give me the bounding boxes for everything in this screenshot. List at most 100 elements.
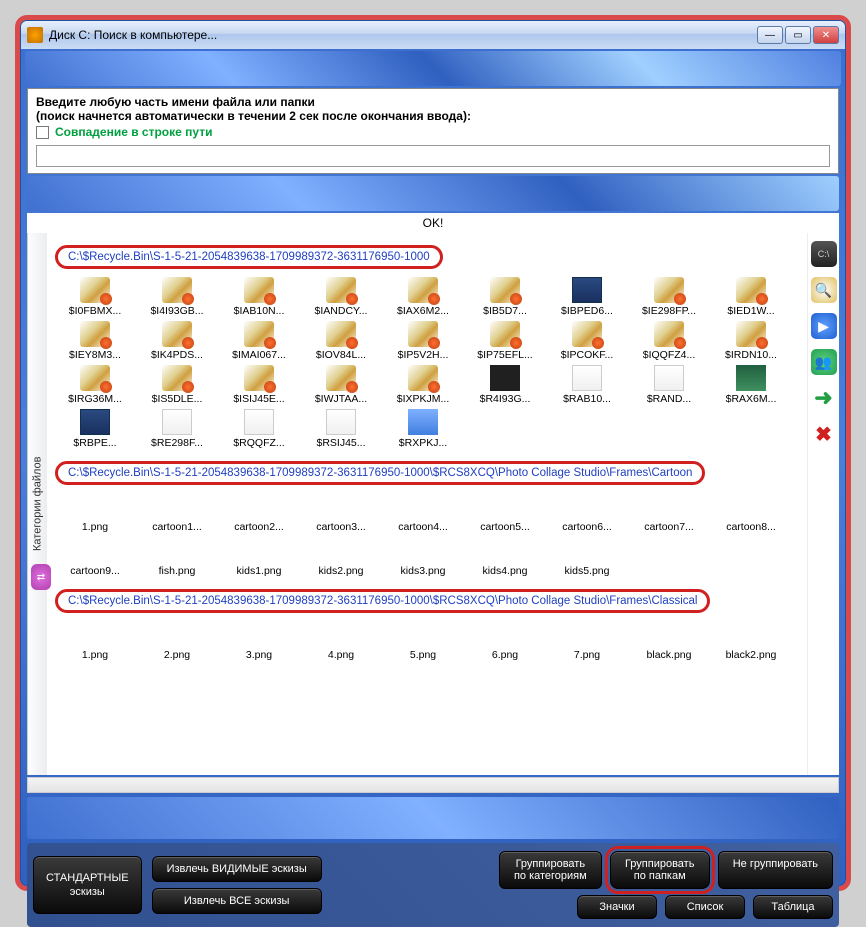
group-by-category-button[interactable]: Группировать по категориям bbox=[499, 851, 602, 889]
list-item[interactable]: $I4I93GB... bbox=[137, 277, 217, 317]
play-icon[interactable]: ▶ bbox=[811, 313, 837, 339]
list-item[interactable]: $RSIJ45... bbox=[301, 409, 381, 449]
list-item[interactable]: $RE298F... bbox=[137, 409, 217, 449]
list-item[interactable]: $IANDCY... bbox=[301, 277, 381, 317]
list-item[interactable]: $ISIJ45E... bbox=[219, 365, 299, 405]
file-name: 6.png bbox=[465, 649, 545, 661]
list-item[interactable]: kids2.png bbox=[301, 537, 381, 577]
list-item[interactable]: kids5.png bbox=[547, 537, 627, 577]
window-title: Диск C: Поиск в компьютере... bbox=[49, 28, 757, 42]
maximize-button[interactable]: ▭ bbox=[785, 26, 811, 44]
view-icons-button[interactable]: Значки bbox=[577, 895, 657, 919]
list-item[interactable]: $I0FBMX... bbox=[55, 277, 135, 317]
forward-icon[interactable]: ➜ bbox=[811, 385, 837, 411]
group-path[interactable]: C:\$Recycle.Bin\S-1-5-21-2054839638-1709… bbox=[55, 461, 705, 485]
thumbnail-icon bbox=[490, 365, 520, 391]
list-item[interactable]: $IMAI067... bbox=[219, 321, 299, 361]
file-name: $IXPKJM... bbox=[383, 393, 463, 405]
list-item[interactable]: $IBPED6... bbox=[547, 277, 627, 317]
list-item[interactable]: cartoon4... bbox=[383, 493, 463, 533]
list-item[interactable]: $IS5DLE... bbox=[137, 365, 217, 405]
list-item[interactable]: $RBPE... bbox=[55, 409, 135, 449]
list-item[interactable]: $IED1W... bbox=[711, 277, 791, 317]
list-item[interactable]: 1.png bbox=[55, 493, 135, 533]
list-item[interactable]: cartoon6... bbox=[547, 493, 627, 533]
view-list-button[interactable]: Список bbox=[665, 895, 745, 919]
categories-rail[interactable]: Категории файлов bbox=[27, 233, 47, 775]
top-banner bbox=[25, 51, 841, 86]
magnifier-icon[interactable]: 🔍 bbox=[811, 277, 837, 303]
list-item[interactable]: $IOV84L... bbox=[301, 321, 381, 361]
thumbnail-icon bbox=[654, 321, 684, 347]
list-item[interactable]: kids3.png bbox=[383, 537, 463, 577]
list-item[interactable]: $RXPKJ... bbox=[383, 409, 463, 449]
list-item[interactable]: 5.png bbox=[383, 621, 463, 661]
zoom-slider[interactable] bbox=[27, 777, 839, 793]
list-item[interactable]: 4.png bbox=[301, 621, 381, 661]
list-item[interactable]: $IP75EFL... bbox=[465, 321, 545, 361]
list-item[interactable]: $IAX6M2... bbox=[383, 277, 463, 317]
list-item[interactable]: kids1.png bbox=[219, 537, 299, 577]
list-item[interactable]: black.png bbox=[629, 621, 709, 661]
group-by-folder-button[interactable]: Группировать по папкам bbox=[610, 851, 710, 889]
list-item[interactable]: cartoon2... bbox=[219, 493, 299, 533]
list-item[interactable]: $IAB10N... bbox=[219, 277, 299, 317]
list-item[interactable]: $IXPKJM... bbox=[383, 365, 463, 405]
list-item[interactable]: 6.png bbox=[465, 621, 545, 661]
thumbnail-icon bbox=[244, 277, 274, 303]
list-item[interactable]: kids4.png bbox=[465, 537, 545, 577]
list-item[interactable]: 1.png bbox=[55, 621, 135, 661]
list-item[interactable]: cartoon8... bbox=[711, 493, 791, 533]
list-item[interactable]: $IEY8M3... bbox=[55, 321, 135, 361]
list-item[interactable]: $RAX6M... bbox=[711, 365, 791, 405]
list-item[interactable]: $IQQFZ4... bbox=[629, 321, 709, 361]
match-path-checkbox[interactable] bbox=[36, 126, 49, 139]
thumbnail-icon bbox=[326, 277, 356, 303]
extract-all-button[interactable]: Извлечь ВСЕ эскизы bbox=[152, 888, 322, 914]
list-item[interactable]: $IRDN10... bbox=[711, 321, 791, 361]
file-name: kids5.png bbox=[547, 565, 627, 577]
list-item[interactable]: black2.png bbox=[711, 621, 791, 661]
list-item[interactable]: 3.png bbox=[219, 621, 299, 661]
file-name: $RSIJ45... bbox=[301, 437, 381, 449]
list-item[interactable]: fish.png bbox=[137, 537, 217, 577]
minimize-button[interactable]: — bbox=[757, 26, 783, 44]
extract-visible-button[interactable]: Извлечь ВИДИМЫЕ эскизы bbox=[152, 856, 322, 882]
list-item[interactable]: 2.png bbox=[137, 621, 217, 661]
thumbnail-icon bbox=[572, 365, 602, 391]
app-icon bbox=[27, 27, 43, 43]
list-item[interactable]: cartoon7... bbox=[629, 493, 709, 533]
titlebar[interactable]: Диск C: Поиск в компьютере... — ▭ ✕ bbox=[21, 21, 845, 49]
list-item[interactable]: $IB5D7... bbox=[465, 277, 545, 317]
list-item[interactable]: $IK4PDS... bbox=[137, 321, 217, 361]
view-table-button[interactable]: Таблица bbox=[753, 895, 833, 919]
thumbnail-icon bbox=[490, 537, 520, 563]
list-item[interactable]: $R4I93G... bbox=[465, 365, 545, 405]
list-item[interactable]: cartoon5... bbox=[465, 493, 545, 533]
console-icon[interactable]: C:\ bbox=[811, 241, 837, 267]
list-item[interactable]: cartoon9... bbox=[55, 537, 135, 577]
standard-thumbs-button[interactable]: СТАНДАРТНЫЕ эскизы bbox=[33, 856, 142, 915]
list-item[interactable]: cartoon1... bbox=[137, 493, 217, 533]
user-icon[interactable]: 👥 bbox=[811, 349, 837, 375]
file-name: $RAB10... bbox=[547, 393, 627, 405]
close-button[interactable]: ✕ bbox=[813, 26, 839, 44]
delete-icon[interactable]: ✖ bbox=[811, 421, 837, 447]
list-item[interactable]: $RAB10... bbox=[547, 365, 627, 405]
group-path[interactable]: C:\$Recycle.Bin\S-1-5-21-2054839638-1709… bbox=[55, 589, 710, 613]
list-item[interactable]: $RAND... bbox=[629, 365, 709, 405]
app-window: Диск C: Поиск в компьютере... — ▭ ✕ Введ… bbox=[20, 20, 846, 886]
list-item[interactable]: cartoon3... bbox=[301, 493, 381, 533]
no-group-button[interactable]: Не группировать bbox=[718, 851, 833, 889]
list-item[interactable]: $IP5V2H... bbox=[383, 321, 463, 361]
search-input[interactable] bbox=[36, 145, 830, 167]
list-item[interactable]: $IPCOKF... bbox=[547, 321, 627, 361]
list-item[interactable]: $IWJTAA... bbox=[301, 365, 381, 405]
thumbnail-area[interactable]: C:\$Recycle.Bin\S-1-5-21-2054839638-1709… bbox=[47, 233, 807, 775]
list-item[interactable]: 7.png bbox=[547, 621, 627, 661]
group-path[interactable]: C:\$Recycle.Bin\S-1-5-21-2054839638-1709… bbox=[55, 245, 443, 269]
list-item[interactable]: $RQQFZ... bbox=[219, 409, 299, 449]
list-item[interactable]: $IRG36M... bbox=[55, 365, 135, 405]
list-item[interactable]: $IE298FP... bbox=[629, 277, 709, 317]
file-name: cartoon6... bbox=[547, 521, 627, 533]
